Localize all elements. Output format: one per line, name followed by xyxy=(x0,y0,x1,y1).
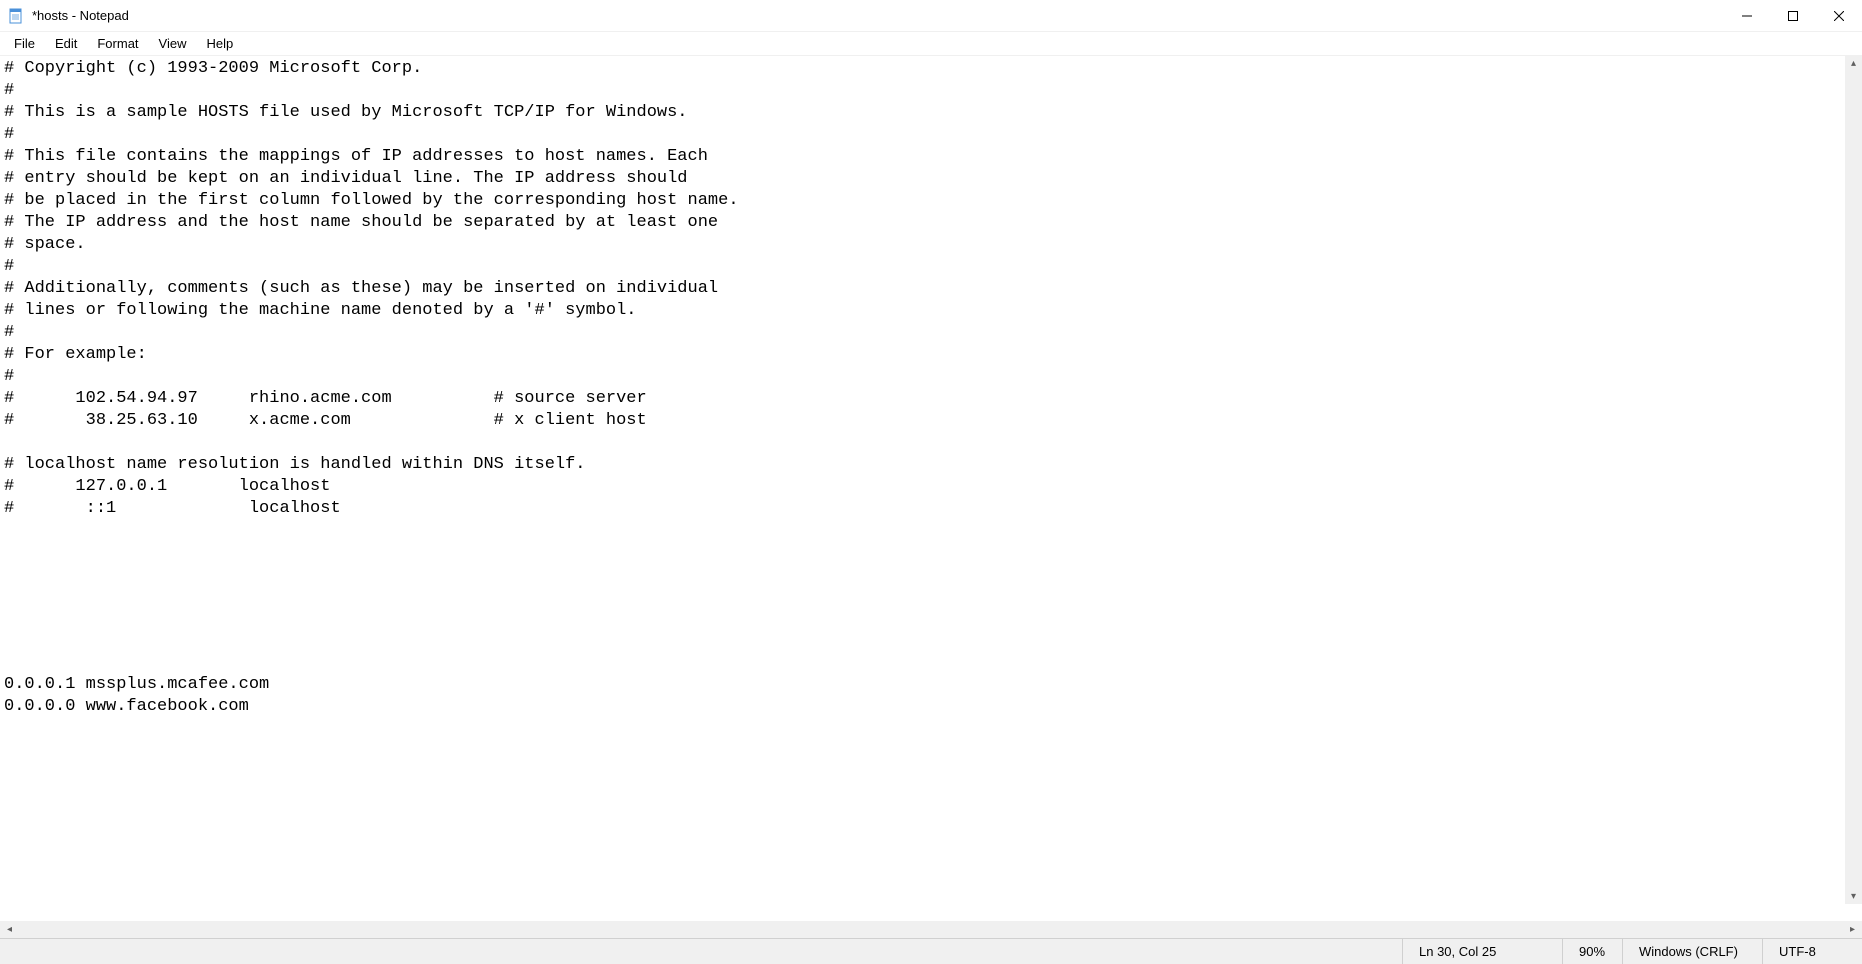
minimize-button[interactable] xyxy=(1724,0,1770,32)
status-line-ending: Windows (CRLF) xyxy=(1622,939,1762,964)
window-controls xyxy=(1724,0,1862,32)
window-title: *hosts - Notepad xyxy=(32,8,129,23)
status-zoom: 90% xyxy=(1562,939,1622,964)
status-bar: Ln 30, Col 25 90% Windows (CRLF) UTF-8 xyxy=(0,938,1862,964)
editor-area: # Copyright (c) 1993-2009 Microsoft Corp… xyxy=(0,56,1862,921)
minimize-icon xyxy=(1742,11,1752,21)
status-position: Ln 30, Col 25 xyxy=(1402,939,1562,964)
menu-format[interactable]: Format xyxy=(87,34,148,53)
scroll-right-icon[interactable]: ▸ xyxy=(1845,922,1860,937)
menu-help[interactable]: Help xyxy=(196,34,243,53)
notepad-icon xyxy=(8,8,24,24)
scroll-left-icon[interactable]: ◂ xyxy=(2,922,17,937)
vertical-scrollbar[interactable]: ▴ ▾ xyxy=(1845,56,1862,904)
maximize-button[interactable] xyxy=(1770,0,1816,32)
scroll-down-icon[interactable]: ▾ xyxy=(1846,889,1861,904)
menu-file[interactable]: File xyxy=(4,34,45,53)
menu-view[interactable]: View xyxy=(149,34,197,53)
close-icon xyxy=(1834,11,1844,21)
horizontal-scrollbar[interactable]: ◂ ▸ xyxy=(0,921,1862,938)
close-button[interactable] xyxy=(1816,0,1862,32)
maximize-icon xyxy=(1788,11,1798,21)
menu-edit[interactable]: Edit xyxy=(45,34,87,53)
text-editor[interactable]: # Copyright (c) 1993-2009 Microsoft Corp… xyxy=(0,56,1862,921)
menu-bar: File Edit Format View Help xyxy=(0,32,1862,56)
title-bar-left: *hosts - Notepad xyxy=(0,8,129,24)
scroll-up-icon[interactable]: ▴ xyxy=(1846,56,1861,71)
title-bar: *hosts - Notepad xyxy=(0,0,1862,32)
status-encoding: UTF-8 xyxy=(1762,939,1862,964)
